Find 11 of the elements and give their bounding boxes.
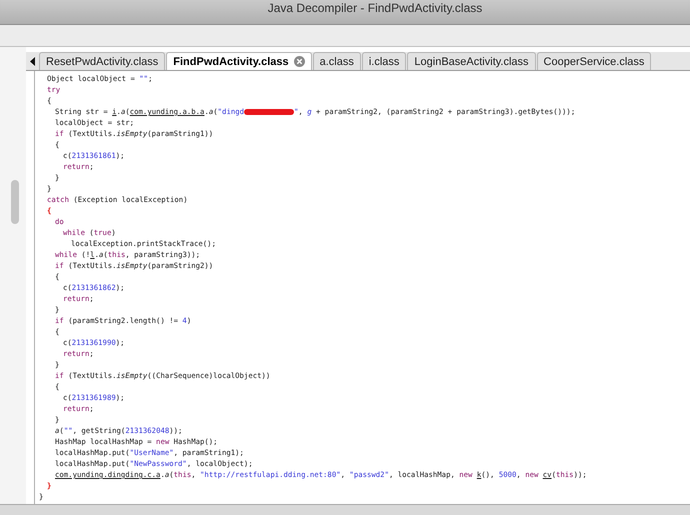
file-tab[interactable]: a.class <box>312 52 361 70</box>
file-tab[interactable]: FindPwdActivity.class <box>166 52 312 70</box>
file-tab[interactable]: CooperService.class <box>536 52 652 70</box>
close-icon[interactable] <box>294 56 305 67</box>
redaction-mark <box>244 109 294 115</box>
window-title: Java Decompiler - FindPwdActivity.class <box>268 2 482 17</box>
left-triangle-icon <box>30 56 36 66</box>
file-tab[interactable]: ResetPwdActivity.class <box>39 52 166 70</box>
file-tab[interactable]: i.class <box>362 52 406 70</box>
scrollbar-thumb[interactable] <box>11 180 19 224</box>
file-tab[interactable]: LoginBaseActivity.class <box>407 52 536 70</box>
